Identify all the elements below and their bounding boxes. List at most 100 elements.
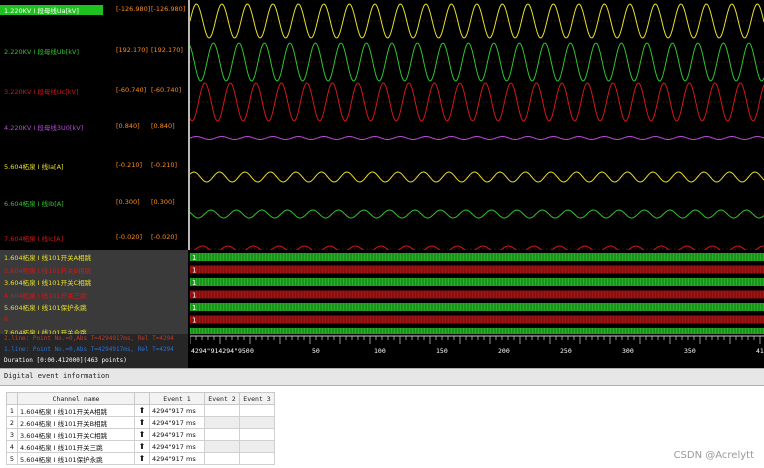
digital-channel-name[interactable]: 2.604柘泉 I 线101开关B相跳 (4, 265, 91, 275)
arrow-column-header (134, 392, 150, 405)
digital-state-value: 1 (192, 267, 196, 275)
axis-tick-label: 250 (560, 347, 572, 355)
digital-event-table: Channel name Event 1 Event 2 Event 3 1 1.… (6, 392, 275, 465)
axis-tick-label: 0 (250, 347, 254, 355)
cursor-1-readout: 1.line: Point No.=0,Abs T=4294917ms, Rel… (4, 346, 174, 353)
digital-channel-panel: 1.604柘泉 I 线101开关A相跳 2.604柘泉 I 线101开关B相跳 3.… (0, 250, 764, 334)
event2-cell (204, 440, 240, 453)
table-row[interactable]: 3 3.604柘泉 I 线101开关C相跳 ⬆ 4294"917 ms (6, 428, 275, 441)
up-arrow-icon: ⬆ (134, 440, 150, 453)
analog-channel-value-cursor2: [-60.740] (151, 86, 182, 94)
analog-channel-row[interactable]: 4.220KV I 段母线3U0[kV] [0.840] [0.840] (0, 120, 188, 134)
time-axis-row: 2.line: Point No.=0,Abs T=4294917ms, Rel… (0, 334, 764, 368)
digital-state-value: 1 (192, 254, 196, 262)
digital-channel-name[interactable]: 6. (4, 315, 10, 323)
column-header-event2[interactable]: Event 2 (204, 392, 240, 405)
digital-state-value: 1 (192, 317, 196, 325)
event1-cell: 4294"917 ms (149, 428, 205, 441)
cursor-status-box: 2.line: Point No.=0,Abs T=4294917ms, Rel… (0, 334, 188, 368)
analog-channel-row[interactable]: 7.604柘泉 I 线Ic[A] [-0.020] [-0.020] (0, 231, 188, 245)
analog-waveform-area[interactable] (190, 0, 764, 250)
digital-channel-name[interactable]: 1.604柘泉 I 线101开关A相跳 (4, 252, 91, 262)
row-index: 1 (6, 404, 18, 417)
analog-channel-value-cursor2: [-126.980] (151, 5, 186, 13)
analog-channel-row[interactable]: 6.604柘泉 I 线Ib[A] [0.300] [0.300] (0, 196, 188, 210)
channel-name-cell: 3.604柘泉 I 线101开关C相跳 (17, 428, 135, 441)
analog-channel-value-cursor1: [192.170] (116, 46, 148, 54)
watermark: CSDN @Acrelytt (673, 450, 754, 461)
analog-waveform-trace (190, 82, 764, 122)
table-row[interactable]: 5 5.604柘泉 I 线101保护永跳 ⬆ 4294"917 ms (6, 452, 275, 465)
event3-cell (239, 440, 275, 453)
table-row[interactable]: 4 4.604柘泉 I 线101开关三跳 ⬆ 4294"917 ms (6, 440, 275, 453)
digital-channel-list: 1.604柘泉 I 线101开关A相跳 2.604柘泉 I 线101开关B相跳 3.… (0, 250, 188, 334)
analog-channel-name: 5.604柘泉 I 线Ia[A] (4, 163, 64, 171)
axis-tick-label: 350 (684, 347, 696, 355)
event1-cell: 4294"917 ms (149, 404, 205, 417)
up-arrow-icon: ⬆ (134, 452, 150, 465)
event3-cell (239, 416, 275, 429)
analog-channel-name: 4.220KV I 段母线3U0[kV] (4, 124, 84, 132)
up-arrow-icon: ⬆ (134, 404, 150, 417)
analog-waveform-trace (190, 42, 764, 82)
analog-channel-value-cursor2: [0.840] (151, 122, 175, 130)
event2-cell (204, 404, 240, 417)
channel-name-cell: 1.604柘泉 I 线101开关A相跳 (17, 404, 135, 417)
digital-channel-name[interactable]: 3.604柘泉 I 线101开关C相跳 (4, 277, 91, 287)
event1-cell: 4294"917 ms (149, 440, 205, 453)
analog-channel-value-cursor1: [-0.020] (116, 233, 143, 241)
analog-channel-row[interactable]: 1.220KV I 段母线Ua[kV] [-126.980] [-126.980] (0, 3, 188, 17)
digital-state-value: 1 (192, 292, 196, 300)
analog-waveform-trace (190, 171, 764, 183)
info-title: Digital event information (4, 372, 110, 380)
analog-channel-name: 2.220KV I 段母线Ub[kV] (4, 48, 80, 56)
analog-channel-value-cursor2: [-0.020] (151, 233, 178, 241)
row-index: 3 (6, 428, 18, 441)
analog-channel-row[interactable]: 3.220KV I 段母线Uc[kV] [-60.740] [-60.740] (0, 84, 188, 98)
row-index: 4 (6, 440, 18, 453)
axis-tick-label: 50 (312, 347, 320, 355)
event3-cell (239, 428, 275, 441)
row-index: 2 (6, 416, 18, 429)
analog-waveform-trace (190, 135, 764, 141)
column-header-event3[interactable]: Event 3 (239, 392, 275, 405)
event1-cell: 4294"917 ms (149, 416, 205, 429)
channel-name-cell: 2.604柘泉 I 线101开关B相跳 (17, 416, 135, 429)
axis-tick-label: 300 (622, 347, 634, 355)
analog-channel-name: 3.220KV I 段母线Uc[kV] (4, 88, 79, 96)
up-arrow-icon: ⬆ (134, 428, 150, 441)
axis-tick-label: 41 (756, 347, 764, 355)
digital-channel-name[interactable]: 5.604柘泉 I 线101保护永跳 (4, 302, 87, 312)
analog-waveform-panel: 1.220KV I 段母线Ua[kV] [-126.980] [-126.980] 2… (0, 0, 764, 250)
analog-waveform-trace (190, 209, 764, 219)
event2-cell (204, 428, 240, 441)
row-index-header (6, 392, 18, 405)
analog-channel-row[interactable]: 5.604柘泉 I 线Ia[A] [-0.210] [-0.210] (0, 159, 188, 173)
analog-channel-value-cursor1: [-0.210] (116, 161, 143, 169)
column-header-channel[interactable]: Channel name (17, 392, 135, 405)
event3-cell (239, 452, 275, 465)
event3-cell (239, 404, 275, 417)
table-row[interactable]: 1 1.604柘泉 I 线101开关A相跳 ⬆ 4294"917 ms (6, 404, 275, 417)
up-arrow-icon: ⬆ (134, 416, 150, 429)
digital-channel-name[interactable]: 7.604柘泉 I 线101开关合跳 (4, 327, 87, 334)
analog-channel-value-cursor2: [192.170] (151, 46, 183, 54)
event2-cell (204, 452, 240, 465)
analog-channel-row[interactable]: 2.220KV I 段母线Ub[kV] [192.170] [192.170] (0, 44, 188, 58)
time-axis[interactable]: 4294"914294"950 0 50 100 150 200 250 300 350 41 (190, 334, 764, 368)
analog-channel-name: 1.220KV I 段母线Ua[kV] (0, 5, 103, 15)
axis-tick-label: 100 (374, 347, 386, 355)
digital-bars-area[interactable]: 1 1 1 1 1 1 (190, 250, 764, 334)
axis-start-label: 4294"914294"950 (191, 347, 250, 355)
analog-channel-value-cursor1: [-126.980] (116, 5, 151, 13)
channel-name-cell: 5.604柘泉 I 线101保护永跳 (17, 452, 135, 465)
channel-name-cell: 4.604柘泉 I 线101开关三跳 (17, 440, 135, 453)
column-header-event1[interactable]: Event 1 (149, 392, 205, 405)
analog-channel-value-cursor1: [0.840] (116, 122, 140, 130)
row-index: 5 (6, 452, 18, 465)
event1-cell: 4294"917 ms (149, 452, 205, 465)
duration-readout: Duration [0:00.412000](463 points) (4, 357, 127, 364)
analog-channel-name: 6.604柘泉 I 线Ib[A] (4, 200, 64, 208)
table-row[interactable]: 2 2.604柘泉 I 线101开关B相跳 ⬆ 4294"917 ms (6, 416, 275, 429)
digital-channel-name[interactable]: 4.604柘泉 I 线101开关三跳 (4, 290, 87, 300)
